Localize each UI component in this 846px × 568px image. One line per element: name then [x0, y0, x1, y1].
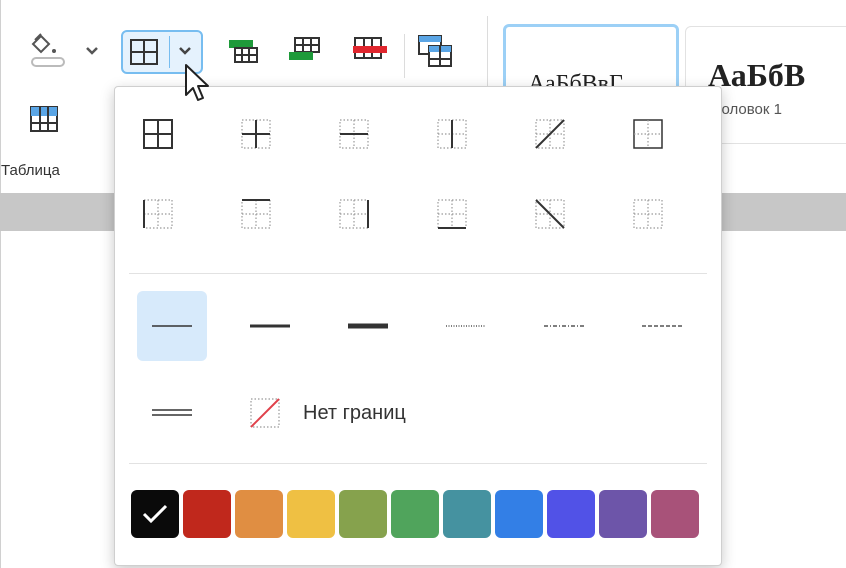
no-border-option[interactable]: Нет границ	[247, 389, 467, 437]
color-swatch-black[interactable]	[131, 490, 179, 538]
borders-dropdown: Нет границ	[114, 86, 722, 566]
border-preset-outer[interactable]	[621, 107, 675, 161]
all-borders-icon	[143, 119, 173, 149]
color-swatch-purple[interactable]	[599, 490, 647, 538]
border-preset-inner[interactable]	[229, 107, 283, 161]
chevron-down-icon[interactable]	[178, 46, 192, 56]
thick-line-icon	[348, 323, 388, 329]
color-swatch-magenta[interactable]	[651, 490, 699, 538]
no-border-icon	[250, 398, 280, 428]
mouse-cursor-icon	[185, 64, 209, 101]
line-style-dotted[interactable]	[431, 291, 501, 361]
separator	[129, 273, 707, 274]
color-swatch-indigo[interactable]	[547, 490, 595, 538]
no-borders-preset-icon	[633, 199, 663, 229]
group-label: Таблица	[1, 162, 60, 179]
all-borders-icon	[130, 39, 158, 65]
delete-row-icon[interactable]	[351, 36, 389, 66]
inner-vertical-border-icon	[437, 119, 467, 149]
color-swatch-teal[interactable]	[443, 490, 491, 538]
no-border-label: Нет границ	[303, 401, 406, 424]
table-properties-icon[interactable]	[415, 32, 455, 72]
double-line-icon	[152, 409, 192, 416]
dotted-line-icon	[446, 325, 486, 327]
border-preset-top[interactable]	[229, 187, 283, 241]
line-style-medium[interactable]	[235, 291, 305, 361]
table-header-icon[interactable]	[27, 104, 61, 134]
color-swatch-red[interactable]	[183, 490, 231, 538]
border-preset-diagonal-up[interactable]	[523, 107, 577, 161]
line-style-double[interactable]	[137, 377, 207, 447]
top-border-icon	[241, 199, 271, 229]
dashed-line-icon	[642, 325, 682, 327]
border-preset-right[interactable]	[327, 187, 381, 241]
separator	[404, 34, 405, 78]
border-preset-left[interactable]	[131, 187, 185, 241]
border-preset-all[interactable]	[131, 107, 185, 161]
diagonal-down-border-icon	[535, 199, 565, 229]
thin-line-icon	[152, 325, 192, 327]
border-preset-inner-vertical[interactable]	[425, 107, 479, 161]
dash-dot-line-icon	[544, 325, 584, 327]
insert-row-above-icon[interactable]	[225, 36, 261, 66]
style-sample: АаБбВ	[708, 57, 806, 93]
medium-line-icon	[250, 324, 290, 328]
diagonal-up-border-icon	[535, 119, 565, 149]
line-style-thin[interactable]	[137, 291, 207, 361]
right-border-icon	[339, 199, 369, 229]
border-preset-inner-horizontal[interactable]	[327, 107, 381, 161]
checkmark-icon	[142, 504, 168, 524]
insert-row-below-icon[interactable]	[287, 36, 325, 66]
border-preset-none[interactable]	[621, 187, 675, 241]
inner-horizontal-border-icon	[339, 119, 369, 149]
bottom-border-icon	[437, 199, 467, 229]
inner-borders-icon	[241, 119, 271, 149]
border-preset-diagonal-down[interactable]	[523, 187, 577, 241]
cell-fill-icon[interactable]	[31, 30, 73, 70]
color-swatch-yellow[interactable]	[287, 490, 335, 538]
chevron-down-icon[interactable]	[85, 46, 99, 56]
color-swatch-green[interactable]	[391, 490, 439, 538]
color-swatch-orange[interactable]	[235, 490, 283, 538]
line-style-dash-dot[interactable]	[529, 291, 599, 361]
separator	[129, 463, 707, 464]
border-preset-bottom[interactable]	[425, 187, 479, 241]
line-style-thick[interactable]	[333, 291, 403, 361]
left-border-icon	[143, 199, 173, 229]
color-swatch-olive[interactable]	[339, 490, 387, 538]
color-swatch-blue[interactable]	[495, 490, 543, 538]
outer-border-icon	[633, 119, 663, 149]
line-style-dashed[interactable]	[627, 291, 697, 361]
